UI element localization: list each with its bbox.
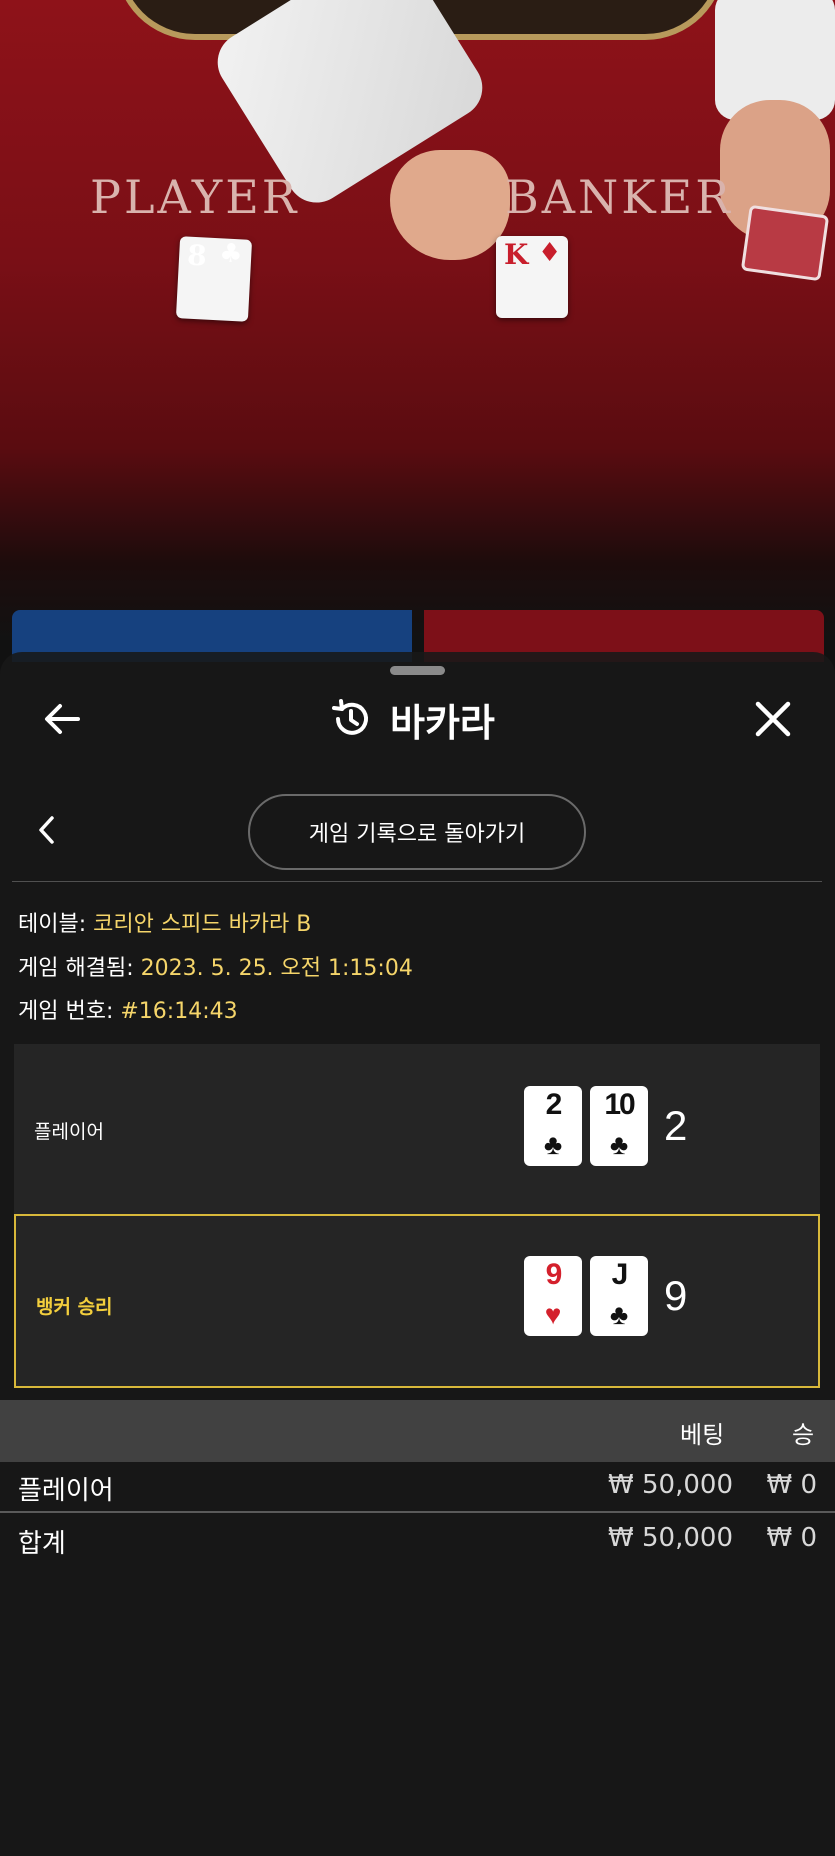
player-card-2-rank: 10 (604, 1088, 635, 1121)
player-result-row: 플레이어 2 ♣ 10 ♣ 2 (14, 1044, 820, 1214)
banker-card-2-rank: J (611, 1258, 629, 1291)
resolved-info: 게임 해결됨: 2023. 5. 25. 오전 1:15:04 (18, 950, 413, 982)
history-icon (332, 699, 368, 735)
total-row: 합계 ₩ 50,000 ₩ 0 (0, 1515, 835, 1567)
banker-result-row: 뱅커 승리 9 ♥ J ♣ 9 (14, 1214, 820, 1388)
bets-table-header: 베팅 승 (0, 1400, 835, 1462)
bets-table-divider (0, 1511, 835, 1513)
player-card-2-suit: ♣ (609, 1129, 629, 1160)
back-to-history-button[interactable]: 게임 기록으로 돌아가기 (248, 794, 586, 870)
banker-card-1-suit: ♥ (544, 1299, 562, 1330)
table-info: 테이블: 코리안 스피드 바카라 B (18, 906, 311, 938)
sheet-title-text: 바카라 (390, 700, 495, 745)
bets-column-win: 승 (792, 1421, 815, 1449)
arrow-left-icon[interactable] (40, 696, 86, 742)
close-icon[interactable] (752, 698, 794, 740)
player-card-1: 2 ♣ (524, 1086, 582, 1166)
banker-score: 9 (664, 1272, 688, 1319)
resolved-info-label: 게임 해결됨: (18, 956, 141, 981)
bet-row-amount: ₩ 50,000 (608, 1470, 733, 1500)
banker-card-1: 9 ♥ (524, 1256, 582, 1336)
chevron-left-icon[interactable] (32, 812, 62, 848)
player-result-label: 플레이어 (34, 1121, 104, 1143)
bet-row-win: ₩ 0 (766, 1470, 817, 1500)
player-card-1-suit: ♣ (543, 1129, 563, 1160)
game-number-info: 게임 번호: #16:14:43 (18, 993, 238, 1025)
game-number-label: 게임 번호: (18, 999, 121, 1024)
bet-row-label: 플레이어 (18, 1476, 114, 1506)
game-detail-sheet: 바카라 게임 기록으로 돌아가기 테이블: 코리안 스피드 바카라 B 게임 해… (0, 652, 835, 1856)
total-bet-amount: ₩ 50,000 (608, 1523, 733, 1553)
resolved-info-value: 2023. 5. 25. 오전 1:15:04 (140, 956, 413, 981)
bets-column-bet: 베팅 (680, 1421, 725, 1449)
table-info-value: 코리안 스피드 바카라 B (93, 912, 312, 937)
sheet-grabber[interactable] (390, 666, 445, 675)
player-card-1-rank: 2 (545, 1088, 563, 1121)
header-divider (12, 881, 822, 882)
total-win-amount: ₩ 0 (766, 1523, 817, 1553)
total-label: 합계 (18, 1529, 66, 1559)
banker-result-label: 뱅커 승리 (36, 1296, 113, 1318)
game-number-value: #16:14:43 (120, 999, 238, 1024)
table-info-label: 테이블: (18, 912, 94, 937)
sheet-title: 바카라 (330, 694, 495, 745)
table-row: 플레이어 ₩ 50,000 ₩ 0 (0, 1462, 835, 1514)
banker-card-2: J ♣ (590, 1256, 648, 1336)
player-score: 2 (664, 1102, 688, 1149)
player-card-2: 10 ♣ (590, 1086, 648, 1166)
banker-card-2-suit: ♣ (609, 1299, 629, 1330)
banker-card-1-rank: 9 (545, 1258, 563, 1291)
